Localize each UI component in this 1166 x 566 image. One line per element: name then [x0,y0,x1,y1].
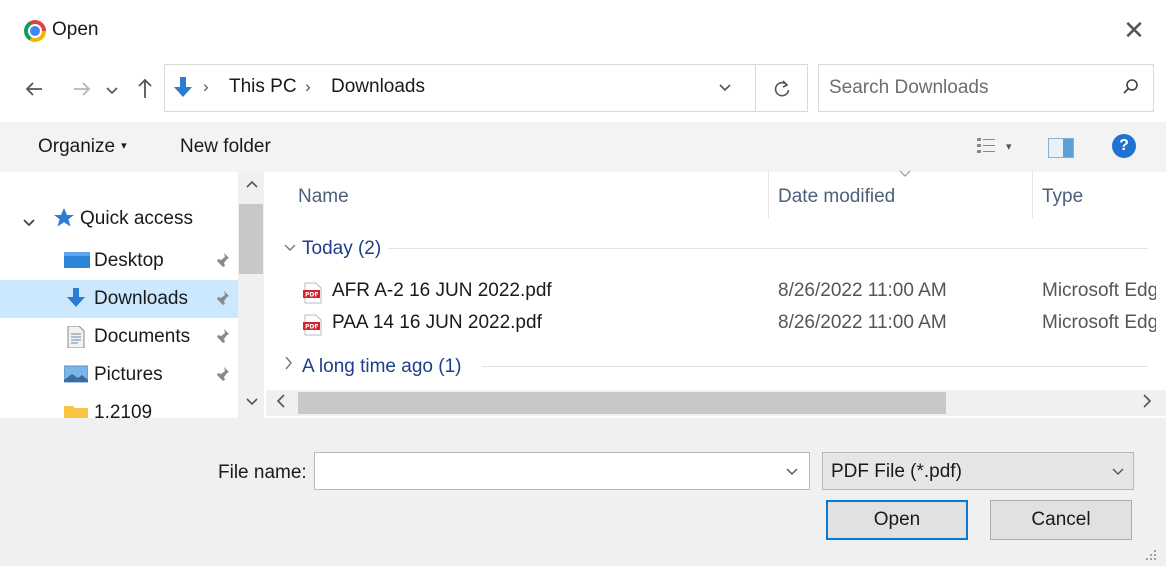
nav-item-desktop[interactable]: Desktop [0,242,238,280]
cancel-button[interactable]: Cancel [990,500,1132,540]
chevron-down-icon[interactable] [284,240,296,256]
title-bar [0,0,1166,66]
chevron-down-icon[interactable] [22,216,36,233]
downloads-icon [171,75,195,101]
file-name-label: File name: [218,462,307,483]
refresh-button[interactable] [756,64,808,112]
close-button[interactable]: ✕ [1118,14,1150,46]
file-name: PAA 14 16 JUN 2022.pdf [332,312,542,333]
navigation-pane: Quick access Desktop Downloads Documents… [0,172,266,418]
breadcrumb-separator[interactable]: › [305,77,311,97]
file-name-combobox[interactable] [314,452,810,490]
documents-icon [64,325,88,349]
group-divider [482,366,1148,367]
sort-indicator-icon [898,168,912,181]
breadcrumb-this-pc[interactable]: This PC [229,76,297,98]
file-row[interactable]: PDF PAA 14 16 JUN 2022.pdf 8/26/2022 11:… [298,308,1156,340]
horizontal-scrollbar-thumb[interactable] [298,392,946,414]
file-type: Microsoft Edge PDF Document [1042,312,1156,333]
resize-grip-icon[interactable] [1144,548,1158,562]
chevron-right-icon[interactable] [284,356,294,373]
group-divider [388,248,1148,249]
column-header-name[interactable]: Name [298,186,349,208]
pdf-file-icon: PDF [302,282,324,304]
scroll-up-icon[interactable] [246,178,258,192]
caret-down-icon: ▾ [121,140,127,152]
breadcrumb-downloads[interactable]: Downloads [331,76,425,98]
breadcrumb-separator[interactable]: › [203,77,209,97]
pin-icon[interactable] [214,290,230,313]
star-icon [52,206,76,230]
organize-label: Organize [38,136,116,157]
chevron-down-icon[interactable] [785,461,799,484]
window-title: Open [52,19,99,40]
preview-pane-icon[interactable] [1048,138,1074,158]
address-dropdown-button[interactable] [717,79,733,98]
column-divider[interactable] [768,172,769,218]
svg-text:PDF: PDF [305,292,318,299]
nav-item-downloads[interactable]: Downloads [0,280,238,318]
view-options-icon[interactable] [976,136,996,156]
nav-item-folder[interactable]: 1.2109 screensho [0,394,238,418]
scroll-down-icon[interactable] [246,396,258,410]
file-date: 8/26/2022 11:00 AM [778,280,947,301]
file-date: 8/26/2022 11:00 AM [778,312,947,333]
pin-icon[interactable] [214,252,230,275]
new-folder-button[interactable]: New folder [180,136,271,158]
file-name-input[interactable] [321,455,771,487]
up-button[interactable] [132,72,158,104]
search-box[interactable] [818,64,1154,112]
search-icon[interactable] [1119,75,1143,99]
view-options-dropdown[interactable]: ▾ [1006,140,1012,153]
downloads-icon [64,288,88,308]
chevron-down-icon [719,84,731,92]
nav-item-label: Documents [94,326,191,347]
scroll-left-icon[interactable] [276,394,286,411]
nav-item-label: Desktop [94,250,164,271]
column-header-type[interactable]: Type [1042,186,1083,208]
help-button[interactable]: ? [1112,134,1136,158]
file-type-select[interactable]: PDF File (*.pdf) [822,452,1134,490]
dialog-footer [0,418,1166,566]
nav-item-pictures[interactable]: Pictures [0,356,238,394]
folder-icon [64,402,88,418]
arrow-right-icon [74,82,91,96]
nav-item-documents[interactable]: Documents [0,318,238,356]
search-input[interactable] [829,65,1109,111]
organize-button[interactable]: Organize ▾ [38,136,127,158]
scroll-right-icon[interactable] [1142,394,1152,411]
file-name: AFR A-2 16 JUN 2022.pdf [332,280,552,301]
group-header-long-ago[interactable]: A long time ago (1) [302,356,461,378]
nav-scrollbar-thumb[interactable] [239,204,263,274]
pin-icon[interactable] [214,366,230,389]
address-bar[interactable]: › This PC › Downloads [164,64,756,112]
pictures-icon [63,364,89,384]
nav-item-label: 1.2109 screensho [94,402,153,418]
file-row[interactable]: PDF AFR A-2 16 JUN 2022.pdf 8/26/2022 11… [298,276,1156,308]
svg-text:PDF: PDF [305,324,318,331]
forward-button[interactable] [70,74,94,104]
chevron-down-icon [106,87,118,95]
file-type-value: PDF File (*.pdf) [831,461,962,482]
back-button[interactable] [22,74,46,104]
file-type: Microsoft Edge PDF Document [1042,280,1156,301]
pdf-file-icon: PDF [302,314,324,336]
recent-locations-button[interactable] [104,78,120,102]
quick-access-label[interactable]: Quick access [80,208,193,230]
pin-icon[interactable] [214,328,230,351]
chevron-down-icon [1111,461,1125,484]
group-header-today[interactable]: Today (2) [302,238,381,260]
column-divider[interactable] [1032,172,1033,218]
nav-item-label: Pictures [94,364,163,385]
column-header-date[interactable]: Date modified [778,186,895,208]
nav-item-label: Downloads [94,288,188,309]
arrow-left-icon [25,82,42,96]
chrome-icon [24,20,46,42]
arrow-up-icon [138,78,152,98]
desktop-icon [64,250,90,270]
open-button[interactable]: Open [826,500,968,540]
refresh-icon [774,80,789,97]
